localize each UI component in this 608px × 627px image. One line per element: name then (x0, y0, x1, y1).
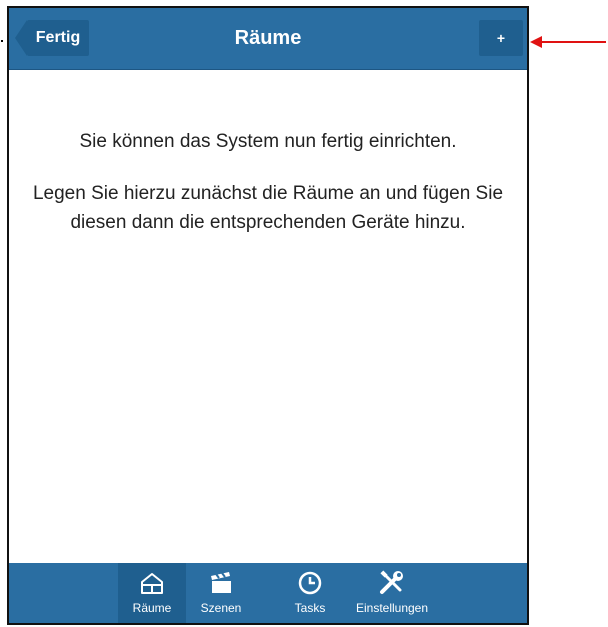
tab-einstellungen[interactable]: Einstellungen (345, 563, 439, 623)
tab-label: Tasks (294, 601, 326, 615)
tab-bar: Räume Szenen Tasks Einstellungen (9, 563, 527, 623)
app-window: Fertig Räume + Sie können das System nun… (7, 6, 529, 625)
clapperboard-icon (208, 570, 234, 596)
clock-icon (297, 570, 323, 596)
navigation-bar: Fertig Räume + (9, 8, 527, 70)
tab-szenen[interactable]: Szenen (186, 563, 256, 623)
add-button-label: + (496, 30, 506, 46)
add-room-button[interactable]: + (479, 20, 523, 56)
tab-label: Einstellungen (355, 601, 429, 615)
annotation-arrow-line (540, 41, 606, 43)
tab-raeume[interactable]: Räume (118, 563, 186, 623)
main-content: Sie können das System nun fertig einrich… (9, 70, 527, 562)
stray-dot (1, 40, 3, 42)
tab-label: Räume (132, 601, 172, 615)
instruction-message: Legen Sie hierzu zunächst die Räume an u… (32, 183, 504, 233)
tab-tasks[interactable]: Tasks (286, 563, 334, 623)
page-title: Räume (234, 27, 302, 49)
setup-message: Sie können das System nun fertig einrich… (79, 131, 457, 152)
tab-label: Szenen (200, 601, 242, 615)
tools-icon (378, 570, 406, 596)
house-icon (139, 570, 165, 596)
